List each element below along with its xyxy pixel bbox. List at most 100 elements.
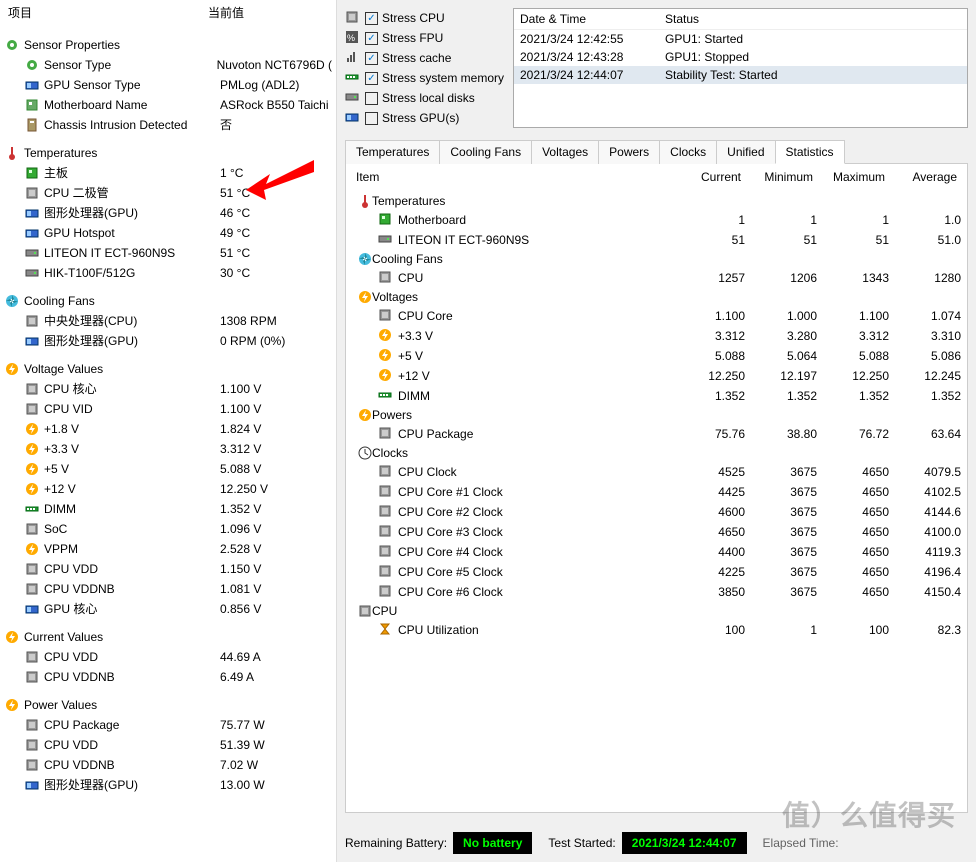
tab-cooling-fans[interactable]: Cooling Fans (439, 140, 532, 164)
stats-row[interactable]: CPU Core #6 Clock3850367546504150.4 (352, 582, 961, 602)
stats-section-header[interactable]: Clocks (352, 444, 961, 462)
tree-section-header[interactable]: Voltage Values (4, 359, 332, 379)
stats-row-avg: 4102.5 (889, 483, 961, 501)
tree-row[interactable]: Chassis Intrusion Detected否 (4, 115, 332, 135)
checkbox-icon[interactable]: ✓ (365, 12, 378, 25)
stress-option[interactable]: Stress local disks (345, 88, 505, 108)
checkbox-icon[interactable]: ✓ (365, 72, 378, 85)
log-row[interactable]: 2021/3/24 12:44:07Stability Test: Starte… (514, 66, 967, 84)
stress-option[interactable]: ✓Stress CPU (345, 8, 505, 28)
tree-row[interactable]: CPU VID1.100 V (4, 399, 332, 419)
tree-row[interactable]: 主板1 °C (4, 163, 332, 183)
tree-row[interactable]: LITEON IT ECT-960N9S51 °C (4, 243, 332, 263)
checkbox-icon[interactable] (365, 112, 378, 125)
stats-row[interactable]: CPU Core #2 Clock4600367546504144.6 (352, 502, 961, 522)
stress-option[interactable]: ✓Stress cache (345, 48, 505, 68)
stress-option[interactable]: %✓Stress FPU (345, 28, 505, 48)
tree-row[interactable]: CPU VDD51.39 W (4, 735, 332, 755)
statistics-panel[interactable]: Item Current Minimum Maximum Average Tem… (345, 163, 968, 813)
stats-section-header[interactable]: CPU (352, 602, 961, 620)
tree-section-header[interactable]: Temperatures (4, 143, 332, 163)
tree-row[interactable]: HIK-T100F/512G30 °C (4, 263, 332, 283)
tree-row[interactable]: +1.8 V1.824 V (4, 419, 332, 439)
stats-row[interactable]: CPU Core #1 Clock4425367546504102.5 (352, 482, 961, 502)
tree-row[interactable]: CPU VDD44.69 A (4, 647, 332, 667)
stats-row[interactable]: +5 V5.0885.0645.0885.086 (352, 346, 961, 366)
stats-row[interactable]: CPU Core1.1001.0001.1001.074 (352, 306, 961, 326)
tab-voltages[interactable]: Voltages (531, 140, 599, 164)
tree-row[interactable]: 图形处理器(GPU)46 °C (4, 203, 332, 223)
tree-row[interactable]: CPU Package75.77 W (4, 715, 332, 735)
tree-section-header[interactable]: Cooling Fans (4, 291, 332, 311)
stats-row[interactable]: DIMM1.3521.3521.3521.352 (352, 386, 961, 406)
checkbox-icon[interactable]: ✓ (365, 32, 378, 45)
stats-row[interactable]: Motherboard1111.0 (352, 210, 961, 230)
stats-row[interactable]: +12 V12.25012.19712.25012.245 (352, 366, 961, 386)
tree-row[interactable]: 中央处理器(CPU)1308 RPM (4, 311, 332, 331)
tree-row[interactable]: DIMM1.352 V (4, 499, 332, 519)
chip-grey-icon (24, 737, 40, 753)
tree-section-header[interactable]: Sensor Properties (4, 35, 332, 55)
stats-row[interactable]: CPU Package75.7638.8076.7263.64 (352, 424, 961, 444)
stats-row-min: 3675 (745, 543, 817, 561)
stats-row[interactable]: CPU Core #5 Clock4225367546504196.4 (352, 562, 961, 582)
stats-row[interactable]: CPU1257120613431280 (352, 268, 961, 288)
stats-row[interactable]: CPU Core #3 Clock4650367546504100.0 (352, 522, 961, 542)
tree-row-label: +3.3 V (44, 440, 220, 458)
tab-statistics[interactable]: Statistics (775, 140, 845, 164)
tree-row[interactable]: Sensor TypeNuvoton NCT6796D ( (4, 55, 332, 75)
tree-row-value: 否 (220, 116, 332, 134)
stats-row[interactable]: +3.3 V3.3123.2803.3123.310 (352, 326, 961, 346)
checkbox-icon[interactable] (365, 92, 378, 105)
tree-section-header[interactable]: Current Values (4, 627, 332, 647)
tree-row[interactable]: +5 V5.088 V (4, 459, 332, 479)
tree-row[interactable]: GPU 核心0.856 V (4, 599, 332, 619)
stats-section-header[interactable]: Temperatures (352, 192, 961, 210)
tab-powers[interactable]: Powers (598, 140, 660, 164)
tree-row[interactable]: +12 V12.250 V (4, 479, 332, 499)
stats-section-header[interactable]: Voltages (352, 288, 961, 306)
stats-row[interactable]: CPU Core #4 Clock4400367546504119.3 (352, 542, 961, 562)
gpu-icon (24, 777, 40, 793)
stats-row-label: DIMM (398, 387, 673, 405)
tree-row[interactable]: CPU 二极管51 °C (4, 183, 332, 203)
tree-row[interactable]: 图形处理器(GPU)13.00 W (4, 775, 332, 795)
chip-grey-icon (378, 504, 394, 520)
tab-clocks[interactable]: Clocks (659, 140, 717, 164)
stats-row[interactable]: CPU Clock4525367546504079.5 (352, 462, 961, 482)
stats-row[interactable]: LITEON IT ECT-960N9S51515151.0 (352, 230, 961, 250)
tree-row[interactable]: GPU Hotspot49 °C (4, 223, 332, 243)
log-row[interactable]: 2021/3/24 12:42:55GPU1: Started (514, 30, 967, 48)
stats-section-header[interactable]: Cooling Fans (352, 250, 961, 268)
stress-option[interactable]: ✓Stress system memory (345, 68, 505, 88)
tree-row[interactable]: CPU VDDNB6.49 A (4, 667, 332, 687)
stats-section-header[interactable]: Powers (352, 406, 961, 424)
tree-row-label: CPU 核心 (44, 380, 220, 398)
tab-temperatures[interactable]: Temperatures (345, 140, 440, 164)
sensor-tree-panel[interactable]: 项目 当前值 Sensor PropertiesSensor TypeNuvot… (0, 0, 337, 862)
tree-row[interactable]: 图形处理器(GPU)0 RPM (0%) (4, 331, 332, 351)
tree-row[interactable]: Motherboard NameASRock B550 Taichi (4, 95, 332, 115)
tree-row[interactable]: +3.3 V3.312 V (4, 439, 332, 459)
tab-unified[interactable]: Unified (716, 140, 775, 164)
stats-row[interactable]: CPU Utilization100110082.3 (352, 620, 961, 640)
bars-icon (345, 50, 361, 66)
log-row[interactable]: 2021/3/24 12:43:28GPU1: Stopped (514, 48, 967, 66)
checkbox-icon[interactable]: ✓ (365, 52, 378, 65)
tree-row[interactable]: CPU VDDNB7.02 W (4, 755, 332, 775)
tree-row[interactable]: CPU 核心1.100 V (4, 379, 332, 399)
stress-option[interactable]: Stress GPU(s) (345, 108, 505, 128)
stress-option-label: Stress GPU(s) (382, 111, 459, 125)
log-row-date: 2021/3/24 12:43:28 (520, 50, 665, 64)
tree-row[interactable]: CPU VDDNB1.081 V (4, 579, 332, 599)
stats-row-min: 12.197 (745, 367, 817, 385)
stats-header: Item Current Minimum Maximum Average (346, 164, 967, 190)
event-log[interactable]: Date & Time Status 2021/3/24 12:42:55GPU… (513, 8, 968, 128)
tree-row[interactable]: CPU VDD1.150 V (4, 559, 332, 579)
tree-row-value: 1.100 V (220, 400, 332, 418)
tree-row[interactable]: GPU Sensor TypePMLog (ADL2) (4, 75, 332, 95)
chip-grey-icon (378, 426, 394, 442)
tree-row[interactable]: VPPM2.528 V (4, 539, 332, 559)
tree-section-header[interactable]: Power Values (4, 695, 332, 715)
tree-row[interactable]: SoC1.096 V (4, 519, 332, 539)
